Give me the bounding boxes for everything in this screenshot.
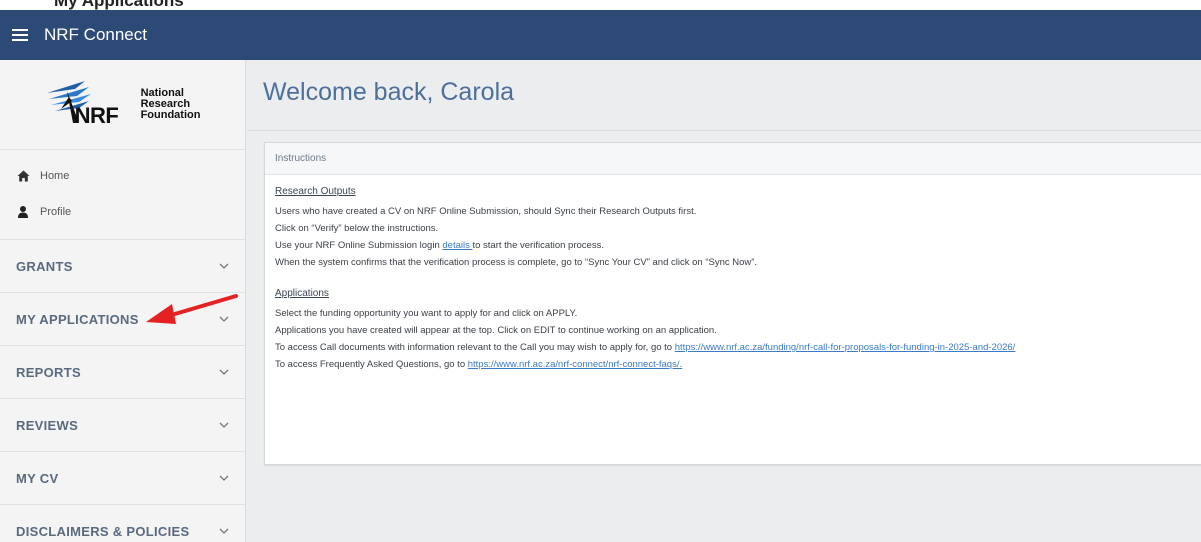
logo-wordmark: National Research Foundation xyxy=(141,88,201,121)
section-label: MY APPLICATIONS xyxy=(16,311,139,327)
section-label: GRANTS xyxy=(16,258,73,274)
chevron-down-icon xyxy=(219,420,229,430)
main-content: Welcome back, Carola Instructions Resear… xyxy=(247,60,1201,542)
research-outputs-heading: Research Outputs xyxy=(275,186,356,197)
cropped-heading-text: My Applications xyxy=(54,0,184,10)
research-line: Click on “Verify” below the instructions… xyxy=(275,223,439,234)
section-label: DISCLAIMERS & POLICIES xyxy=(16,523,190,539)
chevron-down-icon xyxy=(219,367,229,377)
chevron-down-icon xyxy=(219,526,229,536)
sidebar-basic-nav: Home Profile xyxy=(0,150,245,240)
page-title: Welcome back, Carola xyxy=(263,78,515,106)
faqs-link[interactable]: https://www.nrf.ac.za/nrf-connect/nrf-co… xyxy=(468,359,682,370)
sidebar-item-profile[interactable]: Profile xyxy=(0,194,245,230)
section-label: MY CV xyxy=(16,470,59,486)
applications-heading: Applications xyxy=(275,288,329,299)
section-label: REVIEWS xyxy=(16,417,79,433)
applications-line: To access Call documents with informatio… xyxy=(275,339,1193,356)
details-link[interactable]: details xyxy=(442,240,472,251)
section-label: REPORTS xyxy=(16,364,81,380)
nrf-logo: NRF National Research Foundation xyxy=(45,79,201,131)
sidebar-item-profile-label: Profile xyxy=(40,206,72,218)
applications-line: Applications you have created will appea… xyxy=(275,325,717,336)
user-icon xyxy=(16,205,30,219)
applications-line: Select the funding opportunity you want … xyxy=(275,308,578,319)
applications-line: To access Frequently Asked Questions, go… xyxy=(275,356,1193,373)
sidebar-section-my-cv[interactable]: MY CV xyxy=(0,452,245,505)
top-bar: NRF Connect xyxy=(0,10,1201,60)
research-line: When the system confirms that the verifi… xyxy=(275,257,758,268)
instructions-card: Instructions Research Outputs Users who … xyxy=(264,142,1201,465)
sidebar-item-home[interactable]: Home xyxy=(0,158,245,194)
sidebar-item-home-label: Home xyxy=(40,170,70,182)
call-documents-link[interactable]: https://www.nrf.ac.za/funding/nrf-call-f… xyxy=(675,342,1016,353)
header-divider xyxy=(247,130,1201,131)
red-arrow-annotation-icon xyxy=(146,294,238,324)
text-segment: Use your NRF Online Submission login xyxy=(275,240,443,251)
sidebar-section-disclaimers[interactable]: DISCLAIMERS & POLICIES xyxy=(0,505,245,542)
instructions-card-body: Research Outputs Users who have created … xyxy=(265,175,1201,384)
chevron-down-icon xyxy=(219,261,229,271)
logo-line-foundation: Foundation xyxy=(140,109,201,121)
instructions-card-title: Instructions xyxy=(265,143,1201,175)
hamburger-menu-icon[interactable] xyxy=(12,29,28,41)
logo-area: NRF National Research Foundation xyxy=(0,60,245,150)
sidebar-section-reviews[interactable]: REVIEWS xyxy=(0,399,245,452)
text-segment: To access Call documents with informatio… xyxy=(275,342,675,353)
nrf-logo-mark: NRF xyxy=(45,79,133,131)
sidebar-section-reports[interactable]: REPORTS xyxy=(0,346,245,399)
text-segment: to start the verification process. xyxy=(472,240,604,251)
chevron-down-icon xyxy=(219,473,229,483)
home-icon xyxy=(16,169,30,183)
research-line: Users who have created a CV on NRF Onlin… xyxy=(275,206,697,217)
logo-abbrev: NRF xyxy=(74,102,119,128)
sidebar-section-grants[interactable]: GRANTS xyxy=(0,240,245,293)
cropped-page-heading: My Applications xyxy=(0,0,1201,10)
text-segment: To access Frequently Asked Questions, go… xyxy=(275,359,468,370)
research-line: Use your NRF Online Submission login det… xyxy=(275,237,1193,254)
app-title: NRF Connect xyxy=(44,25,147,44)
